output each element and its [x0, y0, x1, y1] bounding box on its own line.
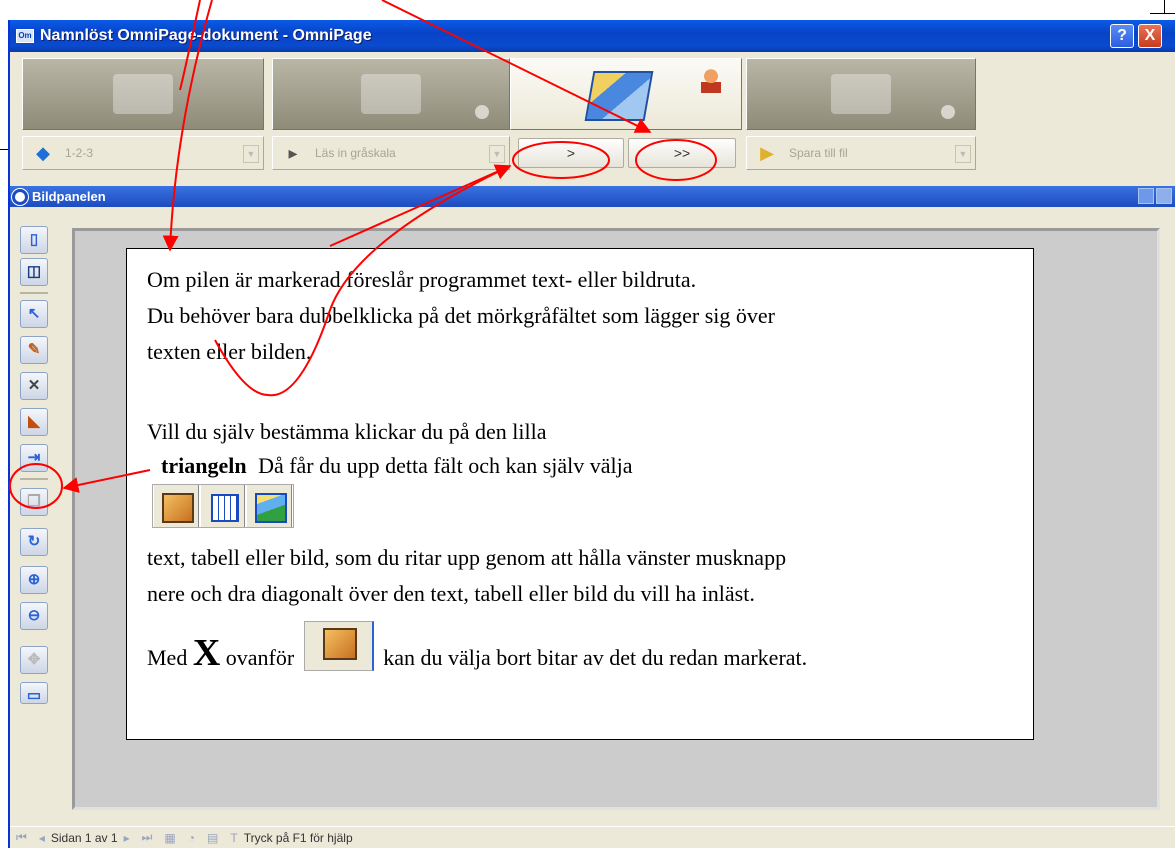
scanner-icon — [113, 74, 173, 114]
callout-text: ovanför — [225, 645, 295, 670]
zone-type-picker — [152, 484, 294, 528]
callout-line: text, tabell eller bild, som du ritar up… — [147, 545, 787, 570]
stage-indicator-icon — [941, 105, 955, 119]
triangle-term: triangeln — [161, 453, 247, 478]
stage-indicator-icon — [475, 105, 489, 119]
text-zone-icon[interactable]: ✎ — [20, 336, 48, 364]
previous-page-icon[interactable]: ◂ — [39, 831, 45, 845]
toolbar-divider — [20, 478, 48, 480]
instruction-callout: Om pilen är markerad föreslår programmet… — [126, 248, 1034, 740]
panel-close-icon[interactable] — [1156, 188, 1172, 204]
rotate-page-icon[interactable]: ↻ — [20, 528, 48, 556]
next-page-icon[interactable]: ▸ — [124, 831, 130, 845]
stage-export[interactable] — [746, 58, 976, 130]
draw-zone-icon[interactable]: ◣ — [20, 408, 48, 436]
run-all-button[interactable]: >> — [628, 138, 736, 168]
help-button[interactable]: ? — [1110, 24, 1134, 48]
text-zone-icon — [154, 485, 199, 527]
export-combo[interactable]: ▶ Spara till fil ▼ — [746, 136, 976, 170]
callout-line: nere och dra diagonalt över den text, ta… — [147, 581, 755, 606]
page-border-right — [1164, 0, 1165, 14]
copy-zone-icon[interactable]: ❐ — [20, 488, 48, 516]
scan-mode-combo[interactable]: ▸ Läs in gråskala ▼ — [272, 136, 510, 170]
workflow-combo[interactable]: ◆ 1-2-3 ▼ — [22, 136, 264, 170]
single-page-view-icon[interactable]: ▯ — [20, 226, 48, 254]
image-panel-header: Bildpanelen — [10, 186, 1175, 207]
scan-mode-combo-value: Läs in gråskala — [315, 146, 396, 160]
stage-scan[interactable] — [272, 58, 510, 130]
diamond-arrow-icon: ◆ — [36, 143, 50, 163]
split-view-icon[interactable]: ◫ — [20, 258, 48, 286]
toolbar-divider — [20, 292, 48, 294]
pan-icon[interactable]: ✥ — [20, 646, 48, 674]
export-icon — [831, 74, 891, 114]
text-zone-icon — [303, 621, 374, 671]
hand-scan-icon — [361, 74, 421, 114]
last-page-icon[interactable]: ⏭ — [142, 830, 153, 845]
page-indicator: Sidan 1 av 1 — [50, 830, 118, 845]
x-symbol: X — [192, 632, 221, 674]
chevron-down-icon[interactable]: ▼ — [955, 145, 971, 163]
window-title: Namnlöst OmniPage-dokument - OmniPage — [40, 27, 372, 44]
ocr-toolbar: ◆ 1-2-3 ▼ ▸ Läs in gråskala ▼ > >> ▶ Spa… — [10, 52, 1175, 177]
stage-perform-ocr[interactable] — [510, 58, 742, 130]
scanner-arrow-icon: ▸ — [288, 143, 298, 163]
page-border-left — [0, 149, 8, 150]
export-combo-value: Spara till fil — [789, 146, 848, 160]
callout-text: Med — [147, 645, 188, 670]
help-hint: Tryck på F1 för hjälp — [243, 830, 353, 845]
text-icon[interactable]: T — [230, 831, 237, 845]
omnipage-app-icon[interactable]: Om — [16, 29, 34, 43]
callout-line: Du behöver bara dubbelklicka på det mörk… — [147, 303, 775, 328]
image-zone-icon — [247, 485, 293, 527]
callout-line-text: Då får du upp detta fält och kan själv v… — [258, 453, 633, 478]
stage-get-page[interactable] — [22, 58, 264, 130]
callout-line: triangeln Då får du upp detta fält och k… — [161, 453, 633, 479]
grid-view-icon[interactable]: ▦ — [164, 831, 175, 845]
callout-line: Om pilen är markerad föreslår programmet… — [147, 267, 697, 292]
select-pointer-icon[interactable]: ↖ — [20, 300, 48, 328]
close-button[interactable]: X — [1138, 24, 1162, 48]
workflow-combo-value: 1-2-3 — [65, 146, 94, 160]
add-zone-icon[interactable]: ⇥ — [20, 444, 48, 472]
remove-zone-icon[interactable]: ✕ — [20, 372, 48, 400]
ocr-document-icon — [584, 71, 654, 121]
status-bar: ⏮ ◂ Sidan 1 av 1 ▸ ⏭ ▦ ◔ ▤ T Tryck på F1… — [10, 826, 1175, 848]
first-page-icon[interactable]: ⏮ — [16, 830, 27, 845]
image-tools: ▯ ◫ ↖ ✎ ✕ ◣ ⇥ ❐ ↻ ⊕ ⊖ ✥ ▭ — [16, 226, 54, 826]
thumbnails-icon[interactable]: ▭ — [20, 682, 48, 704]
zoom-in-icon[interactable]: ⊕ — [20, 566, 48, 594]
zoom-out-icon[interactable]: ⊖ — [20, 602, 48, 630]
next-step-button[interactable]: > — [518, 138, 624, 168]
chevron-down-icon[interactable]: ▼ — [243, 145, 259, 163]
title-bar: Om Namnlöst OmniPage-dokument - OmniPage… — [10, 20, 1175, 52]
callout-line: Vill du själv bestämma klickar du på den… — [147, 419, 547, 444]
table-icon[interactable]: ▤ — [207, 831, 218, 845]
page-border-top — [1150, 13, 1175, 14]
image-panel-title: Bildpanelen — [32, 189, 106, 204]
callout-line: texten eller bilden. — [147, 339, 312, 364]
layout-icon[interactable]: ◔ — [188, 831, 195, 845]
panel-restore-icon[interactable] — [1138, 188, 1154, 204]
chevron-down-icon[interactable]: ▼ — [489, 145, 505, 163]
folder-icon: ▶ — [760, 143, 774, 163]
person-icon[interactable] — [701, 69, 721, 93]
panel-icon — [12, 188, 28, 205]
table-zone-icon — [200, 485, 246, 527]
callout-text: kan du välja bort bitar av det du redan … — [383, 645, 808, 670]
callout-line: Med X ovanför kan du välja bort bitar av… — [147, 621, 807, 675]
